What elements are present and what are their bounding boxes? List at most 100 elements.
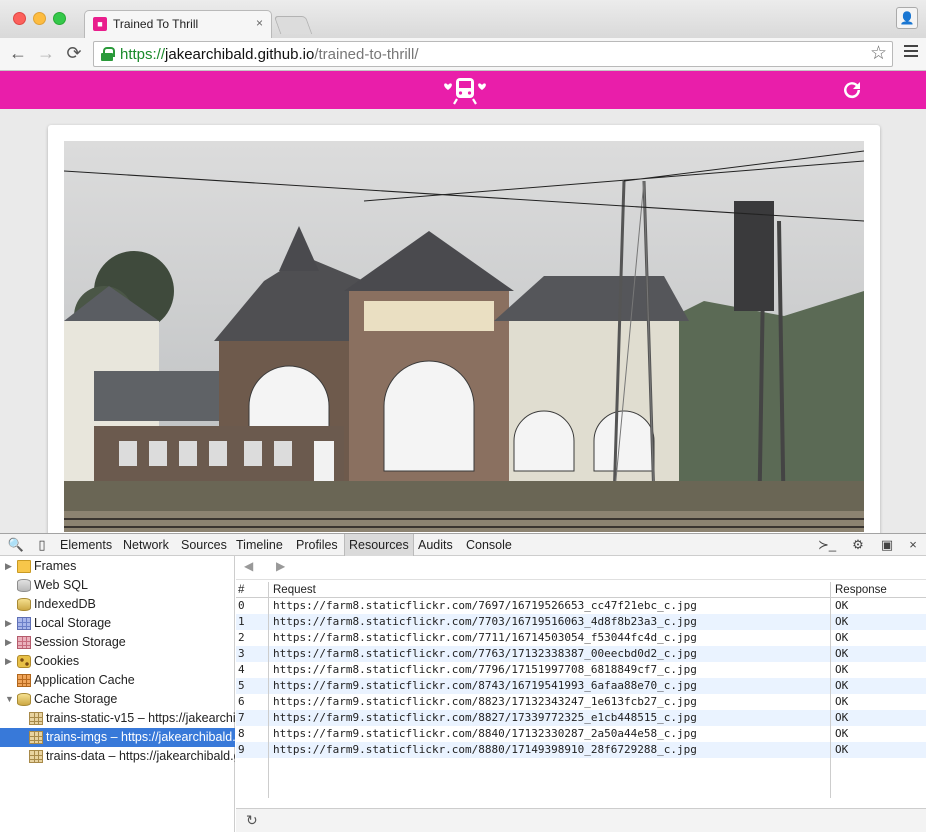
row-number: 9 xyxy=(238,743,245,756)
resources-sidebar: ▶ Frames Web SQL IndexedDB ▶ Local Stora… xyxy=(0,556,235,832)
table-row[interactable]: 1 https://farm8.staticflickr.com/7703/16… xyxy=(236,614,926,630)
sidebar-item-label: Cookies xyxy=(34,654,80,668)
app-cache-icon xyxy=(17,674,31,687)
sidebar-item-cache-trains-imgs[interactable]: trains-imgs – https://jakearchibald.gith… xyxy=(0,728,235,747)
row-request-url: https://farm8.staticflickr.com/7697/1671… xyxy=(268,598,830,614)
sidebar-item-application-cache[interactable]: Application Cache xyxy=(0,671,235,690)
sidebar-item-label: trains-data – https://jakearchibald.gith… xyxy=(46,749,235,763)
tab-favicon-icon: ■ xyxy=(93,17,107,31)
sidebar-item-indexeddb[interactable]: IndexedDB xyxy=(0,595,235,614)
profile-icon[interactable]: 👤 xyxy=(896,7,918,29)
row-response: OK xyxy=(830,694,926,710)
expand-arrow-icon[interactable]: ▶ xyxy=(5,614,12,633)
zoom-window-button[interactable] xyxy=(53,12,66,25)
table-row[interactable]: 2 https://farm8.staticflickr.com/7711/16… xyxy=(236,630,926,646)
url-scheme: https:// xyxy=(120,46,166,63)
search-icon[interactable]: 🔍 xyxy=(7,536,25,554)
bookmark-star-icon[interactable]: ☆ xyxy=(870,42,887,65)
sidebar-item-label: Session Storage xyxy=(34,635,126,649)
row-response: OK xyxy=(830,742,926,758)
sidebar-item-web-sql[interactable]: Web SQL xyxy=(0,576,235,595)
column-header-request[interactable]: Request xyxy=(268,582,830,598)
address-bar[interactable]: https://jakearchibald.github.io/trained-… xyxy=(93,41,893,67)
dock-side-icon[interactable]: ▣ xyxy=(878,536,896,554)
settings-icon[interactable]: ⚙ xyxy=(849,536,867,554)
cache-view-footer: ↻ xyxy=(236,808,926,832)
previous-page-icon[interactable]: ◀ xyxy=(244,559,253,573)
tab-sources[interactable]: Sources xyxy=(177,534,231,556)
cache-grid-icon xyxy=(29,750,43,763)
train-station-photo xyxy=(64,141,864,532)
folder-icon xyxy=(17,560,31,573)
cache-entries-view: ◀ ▶ # Request Response 0 https://farm8.s… xyxy=(236,556,926,832)
column-header-response[interactable]: Response xyxy=(830,582,926,598)
photo-card xyxy=(48,125,880,533)
url-text[interactable]: https://jakearchibald.github.io/trained-… xyxy=(120,46,419,63)
table-row[interactable]: 6 https://farm9.staticflickr.com/8823/17… xyxy=(236,694,926,710)
table-row[interactable]: 3 https://farm8.staticflickr.com/7763/17… xyxy=(236,646,926,662)
sidebar-item-label: trains-static-v15 – https://jakearchibal… xyxy=(46,711,235,725)
tab-timeline[interactable]: Timeline xyxy=(232,534,287,556)
row-number: 3 xyxy=(238,647,245,660)
browser-tab[interactable]: ■ Trained To Thrill × xyxy=(84,10,272,38)
sidebar-item-label: Cache Storage xyxy=(34,692,118,706)
chrome-menu-icon[interactable] xyxy=(904,45,918,59)
new-tab-button[interactable] xyxy=(273,16,313,34)
sidebar-item-cache-storage[interactable]: ▼ Cache Storage xyxy=(0,690,235,709)
tab-close-icon[interactable]: × xyxy=(256,16,263,30)
reload-button[interactable]: ⟳ xyxy=(62,42,86,66)
row-response: OK xyxy=(830,630,926,646)
column-divider xyxy=(830,758,831,798)
database-icon xyxy=(17,579,31,592)
row-request-url: https://farm9.staticflickr.com/8840/1713… xyxy=(268,726,830,742)
refresh-icon[interactable] xyxy=(840,78,864,102)
close-window-button[interactable] xyxy=(13,12,26,25)
tab-elements[interactable]: Elements xyxy=(56,534,116,556)
expand-arrow-icon[interactable]: ▶ xyxy=(5,652,12,671)
row-request-url: https://farm9.staticflickr.com/8827/1733… xyxy=(268,710,830,726)
sidebar-item-label: trains-imgs – https://jakearchibald.gith… xyxy=(46,730,235,744)
column-header-number[interactable]: # xyxy=(236,582,268,598)
sidebar-item-local-storage[interactable]: ▶ Local Storage xyxy=(0,614,235,633)
sidebar-item-frames[interactable]: ▶ Frames xyxy=(0,557,235,576)
table-row[interactable]: 7 https://farm9.staticflickr.com/8827/17… xyxy=(236,710,926,726)
sidebar-item-cache-trains-data[interactable]: trains-data – https://jakearchibald.gith… xyxy=(0,747,235,766)
pagination-bar: ◀ ▶ xyxy=(236,556,926,580)
tab-audits[interactable]: Audits xyxy=(414,534,457,556)
row-number: 5 xyxy=(238,679,245,692)
app-header xyxy=(0,71,926,109)
table-row[interactable]: 0 https://farm8.staticflickr.com/7697/16… xyxy=(236,598,926,614)
console-drawer-icon[interactable]: ≻_ xyxy=(818,536,836,554)
cookie-icon xyxy=(17,655,31,668)
page-viewport xyxy=(0,71,926,533)
minimize-window-button[interactable] xyxy=(33,12,46,25)
storage-grid-icon xyxy=(17,636,31,649)
devtools-panel: 🔍 ▯ Elements Network Sources Timeline Pr… xyxy=(0,533,926,832)
tab-network[interactable]: Network xyxy=(119,534,173,556)
tab-profiles[interactable]: Profiles xyxy=(292,534,342,556)
table-row[interactable]: 9 https://farm9.staticflickr.com/8880/17… xyxy=(236,742,926,758)
sidebar-item-label: Local Storage xyxy=(34,616,112,630)
sidebar-item-session-storage[interactable]: ▶ Session Storage xyxy=(0,633,235,652)
table-row[interactable]: 8 https://farm9.staticflickr.com/8840/17… xyxy=(236,726,926,742)
sidebar-item-cache-trains-static[interactable]: trains-static-v15 – https://jakearchibal… xyxy=(0,709,235,728)
tab-resources[interactable]: Resources xyxy=(344,534,414,556)
refresh-entries-icon[interactable]: ↻ xyxy=(246,812,258,829)
row-number: 6 xyxy=(238,695,245,708)
row-response: OK xyxy=(830,662,926,678)
back-button[interactable]: ← xyxy=(6,42,30,66)
forward-button[interactable]: → xyxy=(34,42,58,66)
table-row[interactable]: 4 https://farm8.staticflickr.com/7796/17… xyxy=(236,662,926,678)
next-page-icon[interactable]: ▶ xyxy=(276,559,285,573)
sidebar-item-cookies[interactable]: ▶ Cookies xyxy=(0,652,235,671)
table-row[interactable]: 5 https://farm9.staticflickr.com/8743/16… xyxy=(236,678,926,694)
expand-arrow-icon[interactable]: ▶ xyxy=(5,633,12,652)
close-devtools-icon[interactable]: × xyxy=(904,536,922,554)
device-mode-icon[interactable]: ▯ xyxy=(33,536,51,554)
tab-console[interactable]: Console xyxy=(462,534,516,556)
row-request-url: https://farm9.staticflickr.com/8880/1714… xyxy=(268,742,830,758)
expand-arrow-icon[interactable]: ▶ xyxy=(5,557,12,576)
collapse-arrow-icon[interactable]: ▼ xyxy=(5,690,14,709)
browser-toolbar: ← → ⟳ https://jakearchibald.github.io/tr… xyxy=(0,38,926,71)
tab-title: Trained To Thrill xyxy=(113,17,199,31)
